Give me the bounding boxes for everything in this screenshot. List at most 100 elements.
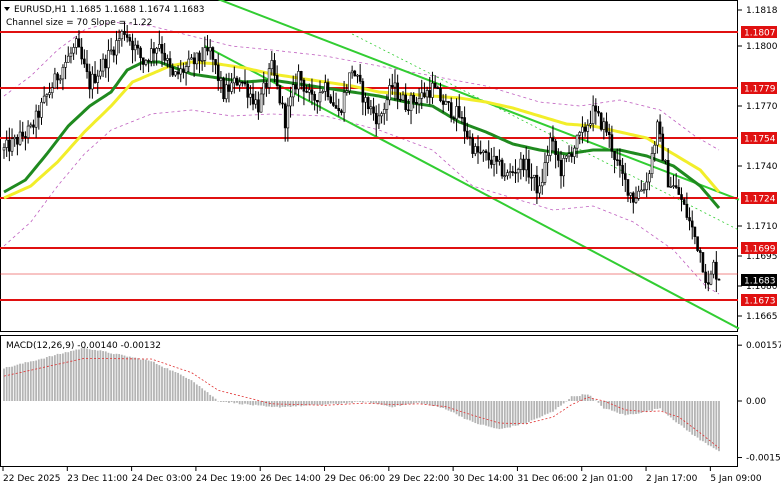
- candle: [66, 46, 70, 63]
- candle: [409, 92, 413, 125]
- price-tick-label: 1.1710: [746, 222, 778, 232]
- candle: [187, 50, 191, 73]
- candle: [206, 35, 209, 56]
- candle: [377, 103, 381, 129]
- candle: [602, 117, 606, 140]
- candle: [597, 106, 600, 117]
- candle: [645, 172, 648, 198]
- candle: [632, 191, 635, 214]
- candle: [34, 104, 38, 138]
- candle: [554, 138, 557, 169]
- candle: [324, 74, 327, 101]
- candle: [648, 170, 651, 191]
- candle: [144, 59, 148, 67]
- price-tick-label: 1.1770: [746, 102, 778, 112]
- candle: [567, 145, 571, 162]
- candle: [548, 132, 552, 162]
- candle: [573, 145, 576, 165]
- candle: [637, 185, 640, 201]
- candle: [29, 122, 33, 129]
- candle: [366, 96, 370, 114]
- candle: [661, 126, 665, 161]
- candle: [688, 207, 691, 231]
- candle: [656, 119, 659, 154]
- candle: [543, 152, 547, 186]
- candle: [211, 46, 215, 73]
- candle: [693, 226, 697, 245]
- candle: [112, 46, 116, 63]
- candle: [283, 102, 287, 142]
- candle: [559, 150, 563, 189]
- chart-menu-triangle-icon[interactable]: [4, 7, 10, 11]
- chart-svg: 1.18181.18001.17701.17401.17101.16951.16…: [0, 0, 781, 484]
- candle: [195, 52, 199, 70]
- candle: [712, 259, 715, 279]
- candle: [158, 30, 161, 52]
- candle: [128, 34, 132, 46]
- candle: [492, 146, 496, 177]
- candle: [302, 78, 306, 106]
- level-price-tag-text: 1.1779: [744, 85, 776, 95]
- price-tick-label: 1.1740: [746, 162, 778, 172]
- candle: [278, 84, 282, 106]
- candle: [350, 65, 354, 79]
- candle: [490, 147, 493, 169]
- level-price-tag-text: 1.1807: [744, 29, 776, 39]
- candle: [431, 71, 434, 104]
- candle: [482, 149, 485, 162]
- candle: [423, 82, 426, 99]
- candle: [361, 78, 365, 116]
- level-price-tag-text: 1.1673: [744, 297, 776, 307]
- candle: [313, 91, 316, 111]
- candle: [50, 82, 54, 99]
- candle: [685, 192, 689, 221]
- candle: [104, 54, 108, 78]
- price-tick-label: 1.1800: [746, 42, 778, 52]
- candle: [715, 251, 718, 293]
- candle: [540, 168, 544, 195]
- macd-tick-label: 0.00: [746, 397, 766, 407]
- candle: [16, 134, 19, 156]
- candle: [243, 69, 247, 87]
- candle: [605, 112, 608, 136]
- current-price-tag-text: 1.1683: [744, 277, 776, 287]
- time-tick-label: 29 Dec 06:00: [325, 474, 386, 484]
- candle: [487, 140, 491, 169]
- candle: [640, 180, 643, 192]
- candle: [133, 37, 137, 62]
- candle: [476, 135, 480, 164]
- candle: [527, 149, 531, 184]
- price-tick-label: 1.1665: [746, 312, 778, 322]
- candle: [672, 174, 675, 189]
- candle: [356, 74, 359, 84]
- candle: [91, 66, 94, 99]
- candle: [353, 69, 357, 77]
- candle: [120, 29, 124, 47]
- candle: [364, 92, 367, 116]
- candle: [141, 57, 145, 74]
- candle: [417, 88, 421, 114]
- candle: [64, 54, 67, 80]
- time-tick-label: 22 Dec 2025: [3, 474, 61, 484]
- candle: [415, 96, 418, 114]
- candle: [650, 146, 654, 179]
- candle: [575, 134, 579, 158]
- candle: [219, 71, 223, 94]
- candle: [524, 146, 528, 182]
- candle: [286, 97, 290, 142]
- candle: [372, 97, 375, 121]
- candle: [56, 72, 59, 90]
- time-tick-label: 24 Dec 19:00: [196, 474, 257, 484]
- candle: [257, 91, 260, 120]
- candle: [214, 59, 217, 75]
- time-tick-label: 31 Dec 06:00: [517, 474, 578, 484]
- level-price-tag-text: 1.1754: [744, 135, 776, 145]
- candle: [101, 53, 105, 78]
- candle: [455, 98, 458, 132]
- candle: [26, 120, 30, 144]
- candle: [40, 97, 43, 125]
- candle: [200, 47, 204, 71]
- candle: [396, 74, 399, 110]
- price-tick-label: 1.1818: [746, 6, 778, 16]
- candle: [522, 154, 525, 177]
